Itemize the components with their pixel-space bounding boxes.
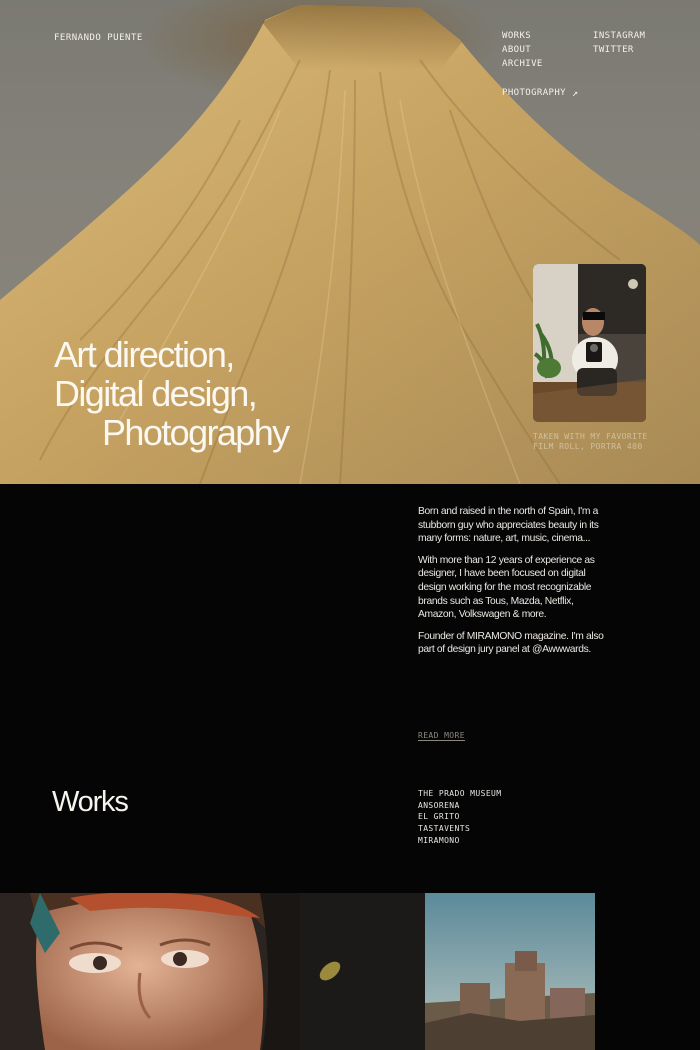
read-more-link[interactable]: READ MORE xyxy=(418,731,465,740)
self-portrait-photo xyxy=(533,264,646,422)
headline-line-1: Art direction, xyxy=(54,334,235,375)
nav-photography-link[interactable]: PHOTOGRAPHY ↗ xyxy=(502,88,578,99)
photo-caption: TAKEN WITH MY FAVORITE FILM ROLL, PORTRA… xyxy=(533,432,663,452)
nav-works-link[interactable]: WORKS xyxy=(502,31,543,42)
work-item-prado-museum[interactable]: THE PRADO MUSEUM xyxy=(418,788,501,800)
photography-link-label: PHOTOGRAPHY xyxy=(502,88,567,98)
about-paragraph-3: Founder of MIRAMONO magazine. I'm also p… xyxy=(418,630,604,656)
headline-line-3: Photography xyxy=(102,412,290,453)
external-arrow-icon: ↗ xyxy=(572,88,579,99)
about-section: Born and raised in the north of Spain, I… xyxy=(418,505,608,665)
site-brand[interactable]: FERNANDO PUENTE xyxy=(54,33,143,43)
photo-caption-line-1: TAKEN WITH MY FAVORITE xyxy=(533,432,648,441)
work-item-el-grito[interactable]: EL GRITO xyxy=(418,811,501,823)
featured-work-image[interactable] xyxy=(0,893,595,1050)
nav-instagram-link[interactable]: INSTAGRAM xyxy=(593,31,645,42)
work-item-tastavents[interactable]: TASTAVENTS xyxy=(418,823,501,835)
social-nav: INSTAGRAM TWITTER xyxy=(593,31,645,56)
nav-about-link[interactable]: ABOUT xyxy=(502,45,543,56)
work-item-ansorena[interactable]: ANSORENA xyxy=(418,800,501,812)
photo-caption-line-2: FILM ROLL, PORTRA 400 xyxy=(533,442,643,451)
about-paragraph-2: With more than 12 years of experience as… xyxy=(418,554,595,621)
hero-headline: Art direction, Digital design, Photograp… xyxy=(54,334,290,453)
works-heading: Works xyxy=(52,786,129,818)
headline-line-2: Digital design, xyxy=(54,373,258,414)
nav-archive-link[interactable]: ARCHIVE xyxy=(502,59,543,70)
primary-nav: WORKS ABOUT ARCHIVE xyxy=(502,31,543,70)
nav-twitter-link[interactable]: TWITTER xyxy=(593,45,645,56)
about-paragraph-1: Born and raised in the north of Spain, I… xyxy=(418,506,599,545)
works-list: THE PRADO MUSEUM ANSORENA EL GRITO TASTA… xyxy=(418,788,501,847)
hero-section: FERNANDO PUENTE WORKS ABOUT ARCHIVE INST… xyxy=(0,0,700,484)
work-item-miramono[interactable]: MIRAMONO xyxy=(418,835,501,847)
